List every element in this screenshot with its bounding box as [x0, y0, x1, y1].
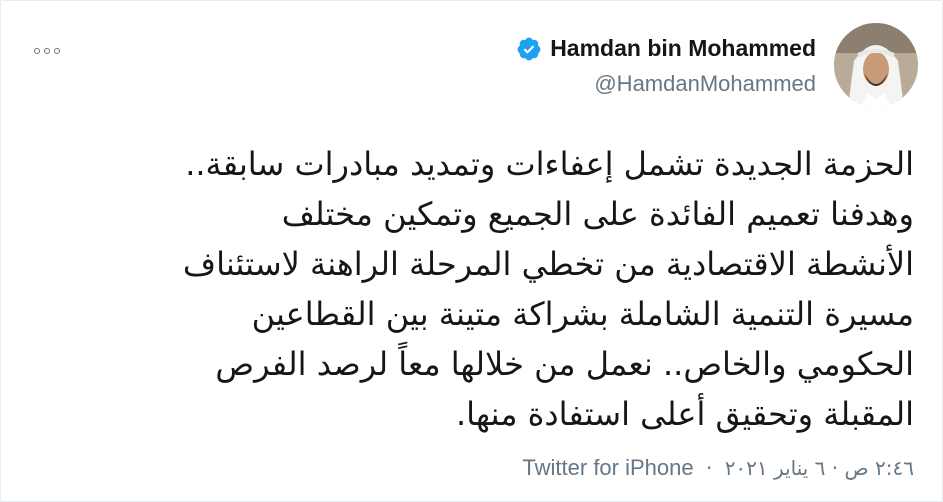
tweet-text-line: الحكومي والخاص.. نعمل من خلالها معاً لرص… [215, 345, 914, 383]
avatar[interactable] [834, 23, 918, 107]
tweet-timestamp[interactable]: ٢:٤٦ ص · ٦ يناير ٢٠٢١ [725, 456, 914, 480]
profile-photo-icon [834, 23, 918, 107]
meta-separator: · [705, 456, 713, 480]
author-handle[interactable]: @HamdanMohammed [594, 71, 816, 97]
verified-badge-icon [516, 36, 542, 62]
author-name-row[interactable]: Hamdan bin Mohammed [516, 35, 816, 62]
tweet-meta: ٢:٤٦ ص · ٦ يناير ٢٠٢١ · Twitter for iPho… [522, 455, 914, 481]
tweet-text-line: الأنشطة الاقتصادية من تخطي المرحلة الراه… [182, 245, 914, 283]
tweet-text: الحزمة الجديدة تشمل إعفاءات وتمديد مبادر… [24, 139, 914, 439]
more-options-icon[interactable] [34, 45, 64, 57]
author-display-name[interactable]: Hamdan bin Mohammed [550, 35, 816, 62]
tweet-text-line: وهدفنا تعميم الفائدة على الجميع وتمكين م… [281, 195, 914, 233]
tweet-text-line: الحزمة الجديدة تشمل إعفاءات وتمديد مبادر… [185, 145, 914, 183]
tweet-text-line: المقبلة وتحقيق أعلى استفادة منها. [456, 395, 914, 433]
tweet-source-link[interactable]: Twitter for iPhone [522, 455, 693, 480]
tweet-card: Hamdan bin Mohammed @HamdanMohammed الحز… [0, 0, 943, 502]
tweet-text-line: مسيرة التنمية الشاملة بشراكة متينة بين ا… [251, 295, 914, 333]
